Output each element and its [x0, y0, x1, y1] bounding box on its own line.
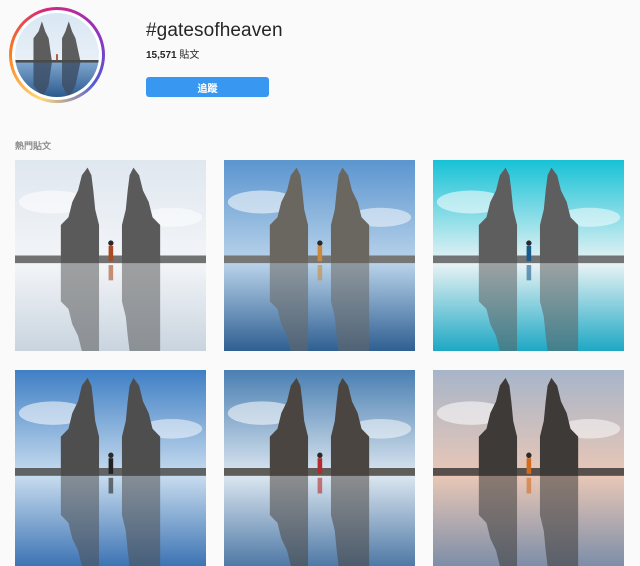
post-thumbnail[interactable] — [224, 160, 415, 351]
gate-thumbnail-icon — [15, 13, 99, 97]
post-thumbnail[interactable] — [15, 370, 206, 566]
gate-photo-icon — [224, 160, 415, 351]
post-count: 15,571 貼文 — [146, 46, 199, 61]
gate-photo-icon — [433, 370, 624, 566]
gate-photo-icon — [15, 370, 206, 566]
follow-button[interactable]: 追蹤 — [146, 77, 269, 97]
gate-photo-icon — [15, 160, 206, 351]
post-count-number: 15,571 — [146, 50, 177, 61]
top-posts-heading: 熱門貼文 — [15, 141, 52, 151]
hashtag-avatar — [9, 7, 105, 103]
hashtag-header: #gatesofheaven 15,571 貼文 追蹤 — [0, 0, 640, 130]
gate-photo-icon — [433, 160, 624, 351]
post-count-unit: 貼文 — [179, 50, 200, 61]
post-thumbnail[interactable] — [224, 370, 415, 566]
post-thumbnail[interactable] — [15, 160, 206, 351]
post-thumbnail[interactable] — [433, 160, 624, 351]
post-thumbnail[interactable] — [433, 370, 624, 566]
hashtag-title: #gatesofheaven — [146, 20, 283, 41]
gate-photo-icon — [224, 370, 415, 566]
